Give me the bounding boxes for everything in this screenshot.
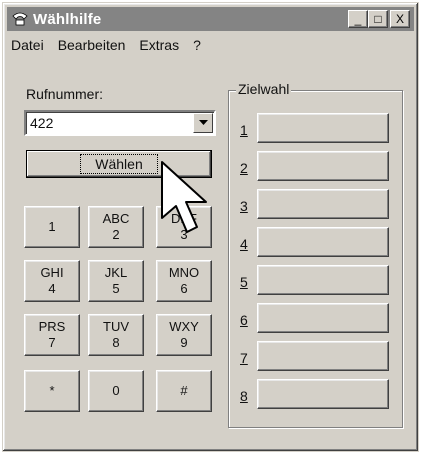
key-9[interactable]: WXY 9 xyxy=(156,314,212,356)
phone-icon xyxy=(12,12,28,26)
key-letters: PRS xyxy=(38,319,66,334)
menu-datei[interactable]: Datei xyxy=(11,37,44,59)
speed-dial-button-4[interactable] xyxy=(257,227,389,257)
key-1[interactable]: 1 xyxy=(24,206,80,248)
speed-dial-button-8[interactable] xyxy=(257,379,389,409)
key-number: # xyxy=(180,383,188,398)
speed-dial-number: 3 xyxy=(240,198,248,214)
window-title: Wählhilfe xyxy=(33,10,102,28)
key-number: 6 xyxy=(180,281,188,296)
key-letters: WXY xyxy=(169,319,199,334)
dial-button-label: Wählen xyxy=(80,154,158,174)
key-5[interactable]: JKL 5 xyxy=(88,260,144,302)
chevron-down-icon xyxy=(198,120,208,125)
key-7[interactable]: PRS 7 xyxy=(24,314,80,356)
key-star[interactable]: * xyxy=(24,370,80,412)
menu-bar: Datei Bearbeiten Extras ? xyxy=(11,37,201,59)
dropdown-button[interactable] xyxy=(193,113,213,133)
speed-dial-number: 5 xyxy=(240,274,248,290)
key-number: 1 xyxy=(48,219,56,234)
speed-dial-button-7[interactable] xyxy=(257,341,389,371)
key-letters: JKL xyxy=(104,265,128,280)
key-letters: MNO xyxy=(168,265,200,280)
title-bar[interactable]: Wählhilfe _ □ X xyxy=(7,7,414,31)
speed-dial-number: 1 xyxy=(240,122,248,138)
speed-dial-button-6[interactable] xyxy=(257,303,389,333)
number-label: Rufnummer: xyxy=(26,86,104,102)
menu-extras[interactable]: Extras xyxy=(139,37,179,59)
key-letters: TUV xyxy=(103,319,129,334)
close-button[interactable]: X xyxy=(390,10,410,28)
key-letters: GHI xyxy=(40,265,64,280)
speed-dial-title: Zielwahl xyxy=(236,81,292,97)
key-8[interactable]: TUV 8 xyxy=(88,314,144,356)
maximize-icon: □ xyxy=(374,12,382,26)
speed-dial-number: 7 xyxy=(240,350,248,366)
key-number: 9 xyxy=(180,335,188,350)
speed-dial-button-1[interactable] xyxy=(257,113,389,143)
key-number: 7 xyxy=(48,335,56,350)
key-6[interactable]: MNO 6 xyxy=(156,260,212,302)
minimize-icon: _ xyxy=(354,12,362,26)
key-4[interactable]: GHI 4 xyxy=(24,260,80,302)
key-hash[interactable]: # xyxy=(156,370,212,412)
key-number: 2 xyxy=(112,227,120,242)
speed-dial-number: 6 xyxy=(240,312,248,328)
speed-dial-number: 8 xyxy=(240,388,248,404)
minimize-button[interactable]: _ xyxy=(348,10,368,28)
key-number: 5 xyxy=(112,281,120,296)
number-combobox[interactable]: 422 xyxy=(24,110,216,136)
number-value[interactable]: 422 xyxy=(30,115,53,131)
key-number: 0 xyxy=(112,383,120,398)
speed-dial-number: 4 xyxy=(240,236,248,252)
menu-help[interactable]: ? xyxy=(193,37,201,59)
speed-dial-number: 2 xyxy=(240,160,248,176)
close-icon: X xyxy=(395,12,404,26)
maximize-button[interactable]: □ xyxy=(368,10,388,28)
speed-dial-button-2[interactable] xyxy=(257,151,389,181)
mouse-cursor-icon xyxy=(161,161,207,233)
menu-bearbeiten[interactable]: Bearbeiten xyxy=(58,37,126,59)
key-number: 4 xyxy=(48,281,56,296)
key-letters: ABC xyxy=(102,211,130,226)
speed-dial-button-3[interactable] xyxy=(257,189,389,219)
key-2[interactable]: ABC 2 xyxy=(88,206,144,248)
key-number: 8 xyxy=(112,335,120,350)
key-0[interactable]: 0 xyxy=(88,370,144,412)
speed-dial-button-5[interactable] xyxy=(257,265,389,295)
key-number: * xyxy=(49,383,55,398)
